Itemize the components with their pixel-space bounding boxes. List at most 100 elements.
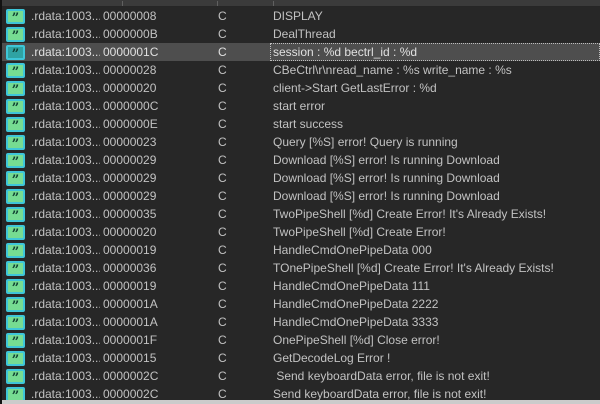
table-row[interactable]: ” .rdata:1003... 00000036 C TOnePipeShel… xyxy=(2,259,600,277)
length-cell[interactable]: 0000000B xyxy=(100,25,215,43)
type-cell[interactable]: C xyxy=(215,79,270,97)
type-cell[interactable]: C xyxy=(215,25,270,43)
type-cell[interactable]: C xyxy=(215,205,270,223)
table-row[interactable]: ” .rdata:1003... 00000019 C HandleCmdOne… xyxy=(2,277,600,295)
table-row[interactable]: ” .rdata:1003... 00000035 C TwoPipeShell… xyxy=(2,205,600,223)
address-cell[interactable]: .rdata:1003... xyxy=(28,259,100,277)
length-cell[interactable]: 0000000E xyxy=(100,115,215,133)
type-cell[interactable]: C xyxy=(215,295,270,313)
type-cell[interactable]: C xyxy=(215,169,270,187)
address-cell[interactable]: .rdata:1003... xyxy=(28,61,100,79)
type-cell[interactable]: C xyxy=(215,115,270,133)
string-cell[interactable]: CBeCtrl\r\nread_name : %s write_name : %… xyxy=(270,61,600,79)
table-row[interactable]: ” .rdata:1003... 00000029 C Download [%S… xyxy=(2,187,600,205)
type-cell[interactable]: C xyxy=(215,7,270,25)
address-cell[interactable]: .rdata:1003... xyxy=(28,277,100,295)
address-cell[interactable]: .rdata:1003... xyxy=(28,349,100,367)
table-row[interactable]: ” .rdata:1003... 0000001A C HandleCmdOne… xyxy=(2,313,600,331)
string-cell[interactable]: Query [%S] error! Query is running xyxy=(270,133,600,151)
string-cell[interactable]: TwoPipeShell [%d] Create Error! xyxy=(270,223,600,241)
string-cell[interactable]: DealThread xyxy=(270,25,600,43)
address-cell[interactable]: .rdata:1003... xyxy=(28,7,100,25)
string-cell[interactable]: client->Start GetLastError : %d xyxy=(270,79,600,97)
address-cell[interactable]: .rdata:1003... xyxy=(28,241,100,259)
string-cell[interactable]: HandleCmdOnePipeData 3333 xyxy=(270,313,600,331)
length-cell[interactable]: 0000001A xyxy=(100,295,215,313)
string-cell[interactable]: HandleCmdOnePipeData 111 xyxy=(270,277,600,295)
address-cell[interactable]: .rdata:1003... xyxy=(28,331,100,349)
string-cell[interactable]: start error xyxy=(270,97,600,115)
table-row[interactable]: ” .rdata:1003... 00000029 C Download [%S… xyxy=(2,169,600,187)
table-row[interactable]: ” .rdata:1003... 0000000C C start error xyxy=(2,97,600,115)
length-cell[interactable]: 0000001A xyxy=(100,313,215,331)
type-cell[interactable]: C xyxy=(215,133,270,151)
string-cell[interactable]: Download [%S] error! Is running Download xyxy=(270,187,600,205)
length-cell[interactable]: 00000015 xyxy=(100,349,215,367)
address-cell[interactable]: .rdata:1003... xyxy=(28,151,100,169)
type-cell[interactable]: C xyxy=(215,277,270,295)
length-cell[interactable]: 00000035 xyxy=(100,205,215,223)
table-row[interactable]: ” .rdata:1003... 00000015 C GetDecodeLog… xyxy=(2,349,600,367)
address-cell[interactable]: .rdata:1003... xyxy=(28,43,100,61)
table-row[interactable]: ” .rdata:1003... 00000020 C client->Star… xyxy=(2,79,600,97)
table-row[interactable]: ” .rdata:1003... 00000028 C CBeCtrl\r\nr… xyxy=(2,61,600,79)
length-cell[interactable]: 0000002C xyxy=(100,367,215,385)
length-cell[interactable]: 00000036 xyxy=(100,259,215,277)
length-cell[interactable]: 00000029 xyxy=(100,169,215,187)
type-cell[interactable]: C xyxy=(215,259,270,277)
table-row[interactable]: ” .rdata:1003... 0000002C C Send keyboar… xyxy=(2,367,600,385)
string-cell[interactable]: TOnePipeShell [%d] Create Error! It's Al… xyxy=(270,259,600,277)
address-cell[interactable]: .rdata:1003... xyxy=(28,115,100,133)
table-row[interactable]: ” .rdata:1003... 0000001F C OnePipeShell… xyxy=(2,331,600,349)
length-cell[interactable]: 00000023 xyxy=(100,133,215,151)
length-cell[interactable]: 0000000C xyxy=(100,97,215,115)
table-row[interactable]: ” .rdata:1003... 0000000B C DealThread xyxy=(2,25,600,43)
table-row[interactable]: ” .rdata:1003... 00000023 C Query [%S] e… xyxy=(2,133,600,151)
string-cell[interactable]: HandleCmdOnePipeData 2222 xyxy=(270,295,600,313)
type-cell[interactable]: C xyxy=(215,349,270,367)
length-cell[interactable]: 00000020 xyxy=(100,223,215,241)
type-cell[interactable]: C xyxy=(215,151,270,169)
length-cell[interactable]: 00000019 xyxy=(100,277,215,295)
address-cell[interactable]: .rdata:1003... xyxy=(28,79,100,97)
string-cell[interactable]: Send keyboardData error, file is not exi… xyxy=(270,367,600,385)
type-cell[interactable]: C xyxy=(215,313,270,331)
address-cell[interactable]: .rdata:1003... xyxy=(28,169,100,187)
type-cell[interactable]: C xyxy=(215,97,270,115)
address-cell[interactable]: .rdata:1003... xyxy=(28,295,100,313)
type-cell[interactable]: C xyxy=(215,43,270,61)
address-cell[interactable]: .rdata:1003... xyxy=(28,205,100,223)
type-cell[interactable]: C xyxy=(215,61,270,79)
address-cell[interactable]: .rdata:1003... xyxy=(28,187,100,205)
length-cell[interactable]: 0000001C xyxy=(100,43,215,61)
string-cell[interactable]: GetDecodeLog Error ! xyxy=(270,349,600,367)
string-cell[interactable]: OnePipeShell [%d] Close error! xyxy=(270,331,600,349)
type-cell[interactable]: C xyxy=(215,187,270,205)
string-cell[interactable]: Download [%S] error! Is running Download xyxy=(270,169,600,187)
type-cell[interactable]: C xyxy=(215,367,270,385)
string-cell[interactable]: start success xyxy=(270,115,600,133)
address-cell[interactable]: .rdata:1003... xyxy=(28,367,100,385)
address-cell[interactable]: .rdata:1003... xyxy=(28,133,100,151)
table-row[interactable]: ” .rdata:1003... 0000000E C start succes… xyxy=(2,115,600,133)
table-row[interactable]: ” .rdata:1003... 00000029 C Download [%S… xyxy=(2,151,600,169)
string-cell[interactable]: Download [%S] error! Is running Download xyxy=(270,151,600,169)
length-cell[interactable]: 00000008 xyxy=(100,7,215,25)
string-cell[interactable]: TwoPipeShell [%d] Create Error! It's Alr… xyxy=(270,205,600,223)
table-row[interactable]: ” .rdata:1003... 0000001C C session : %d… xyxy=(2,43,600,61)
string-cell[interactable]: DISPLAY xyxy=(270,7,600,25)
address-cell[interactable]: .rdata:1003... xyxy=(28,313,100,331)
type-cell[interactable]: C xyxy=(215,241,270,259)
length-cell[interactable]: 00000029 xyxy=(100,151,215,169)
length-cell[interactable]: 0000001F xyxy=(100,331,215,349)
address-cell[interactable]: .rdata:1003... xyxy=(28,25,100,43)
address-cell[interactable]: .rdata:1003... xyxy=(28,97,100,115)
string-cell[interactable]: HandleCmdOnePipeData 000 xyxy=(270,241,600,259)
length-cell[interactable]: 00000020 xyxy=(100,79,215,97)
length-cell[interactable]: 00000029 xyxy=(100,187,215,205)
string-cell[interactable]: session : %d bectrl_id : %d xyxy=(270,43,600,61)
length-cell[interactable]: 00000028 xyxy=(100,61,215,79)
type-cell[interactable]: C xyxy=(215,331,270,349)
type-cell[interactable]: C xyxy=(215,223,270,241)
address-cell[interactable]: .rdata:1003... xyxy=(28,223,100,241)
